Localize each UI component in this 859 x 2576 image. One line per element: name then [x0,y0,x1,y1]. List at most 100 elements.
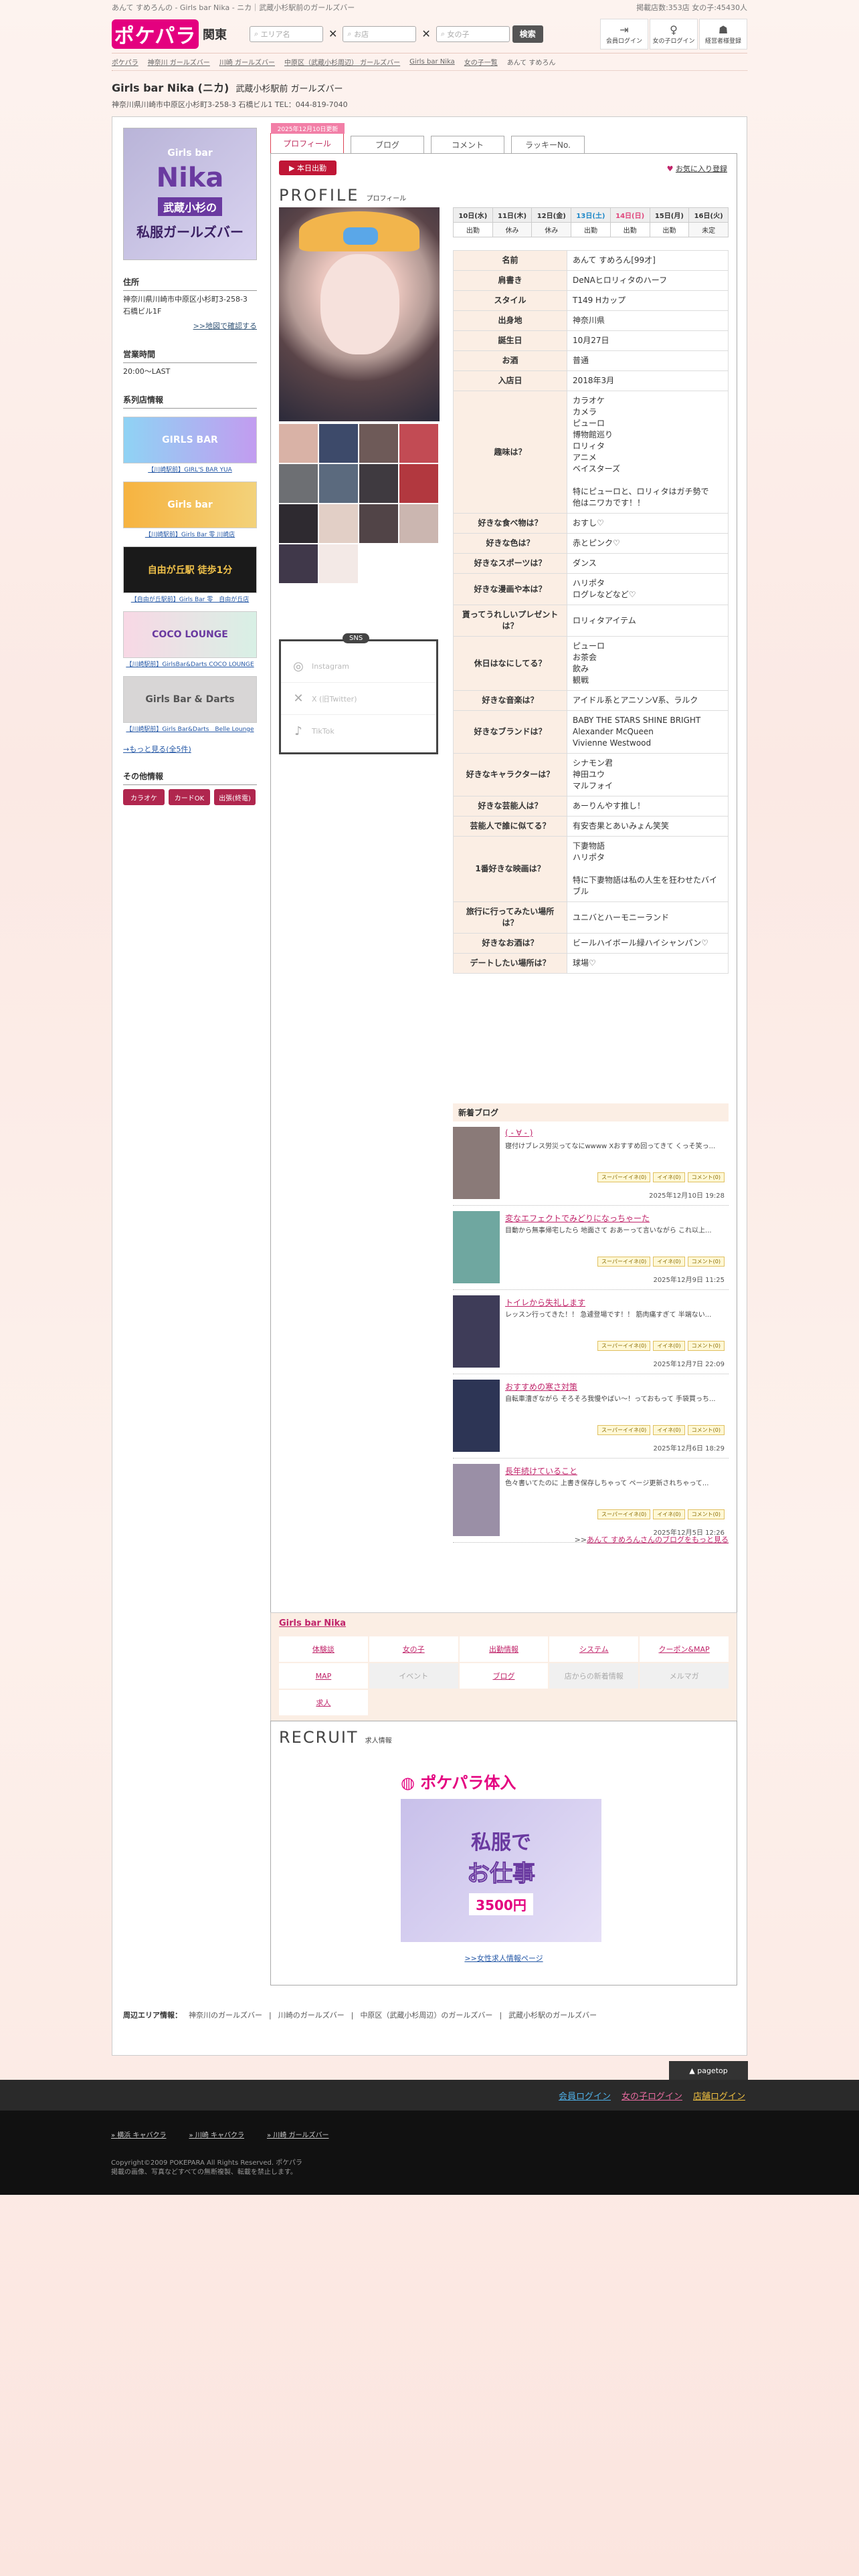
blog-thumbnail[interactable] [453,1127,500,1199]
tiktok-link[interactable]: ♪ TikTok [281,715,436,747]
photo-thumbnail[interactable] [319,464,358,503]
breadcrumb-item[interactable]: Girls bar Nika [409,58,455,66]
blog-title[interactable]: おすすめの寒さ対策 [505,1381,577,1392]
photo-thumbnail[interactable] [399,424,438,463]
blog-title[interactable]: 変なエフェクトでみどりになっちゃーた [505,1212,650,1224]
pagetop-button[interactable]: ▲ pagetop [669,2061,748,2080]
shop-nav-item[interactable]: 求人 [279,1690,368,1715]
photo-thumbnail[interactable] [279,544,318,583]
comment-tag[interactable]: コメント(0) [687,1341,725,1351]
group-shop-link[interactable]: 【川崎駅前】GIRL'S BAR YUA [123,465,257,473]
group-shop-link[interactable]: 【川崎駅前】Girls Bar 零 川崎店 [123,530,257,538]
breadcrumb-item[interactable]: 川崎 ガールズバー [219,57,275,67]
group-shop-banner[interactable]: COCO LOUNGE [123,611,257,658]
group-shop-link[interactable]: 【自由が丘駅前】Girls Bar 零 自由が丘店 [123,595,257,603]
breadcrumb-item[interactable]: 中原区（武蔵小杉周辺） ガールズバー [284,57,400,67]
girl-search-input[interactable]: ⌕ 女の子 [436,25,510,42]
super-like-tag[interactable]: スーパーイイネ(0) [597,1425,651,1435]
comment-tag[interactable]: コメント(0) [687,1425,725,1435]
shop-nav-title[interactable]: Girls bar Nika [271,1613,737,1634]
photo-thumbnail[interactable] [399,504,438,543]
super-like-tag[interactable]: スーパーイイネ(0) [597,1257,651,1267]
group-shop-link[interactable]: 【川崎駅前】Girls Bar&Darts Belle Lounge [123,724,257,733]
footer-link[interactable]: » 横浜 キャバクラ [111,2129,166,2139]
comment-tag[interactable]: コメント(0) [687,1172,725,1182]
breadcrumb-item[interactable]: ポケパラ [112,57,138,67]
area-link[interactable]: 中原区（武蔵小杉周辺）のガールズバー [360,2010,492,2020]
footer-link[interactable]: » 川崎 キャバクラ [189,2129,244,2139]
super-like-tag[interactable]: スーパーイイネ(0) [597,1509,651,1519]
clear-icon[interactable]: ✕ [326,27,340,40]
area-link[interactable]: 川崎のガールズバー [278,2010,345,2020]
blog-item[interactable]: おすすめの寒さ対策 自転車漕ぎながら そろそろ我慢やばい〜！っておもって 手袋買っ… [453,1378,729,1459]
shop-search-input[interactable]: ⌕ お店 [343,25,417,42]
shop-banner[interactable]: Girls bar Nika 武蔵小杉の 私服ガールズバー [123,128,257,260]
blog-thumbnail[interactable] [453,1295,500,1368]
group-shop-banner[interactable]: 自由が丘駅 徒歩1分 [123,546,257,593]
blog-thumbnail[interactable] [453,1380,500,1452]
photo-thumbnail[interactable] [319,424,358,463]
girl-login-link[interactable]: 女の子ログイン [622,2089,682,2102]
area-link[interactable]: 神奈川のガールズバー [189,2010,262,2020]
blog-item[interactable]: 変なエフェクトでみどりになっちゃーた 目動から無事帰宅したら 地面さて おあーって… [453,1210,729,1290]
recruit-page-link[interactable]: >>女性求人情報ページ [271,1953,737,1963]
owner-register-button[interactable]: ☗ 経営者様登録 [699,18,747,49]
shop-nav-item[interactable]: 体験談 [279,1636,368,1662]
shop-nav-item[interactable]: システム [549,1636,639,1662]
site-logo[interactable]: ポケパラ [112,19,199,49]
clear-icon[interactable]: ✕ [419,27,433,40]
photo-thumbnail[interactable] [359,504,398,543]
photo-thumbnail[interactable] [359,424,398,463]
shop-nav-item[interactable]: 女の子 [369,1636,458,1662]
comment-tag[interactable]: コメント(0) [687,1509,725,1519]
area-search-input[interactable]: ⌕ エリア名 [250,25,323,42]
more-group-link[interactable]: →もっと見る(全5件) [123,744,257,754]
super-like-tag[interactable]: スーパーイイネ(0) [597,1172,651,1182]
blog-more-link[interactable]: >>あんて すめろんさんのブログをもっと見る [453,1534,729,1545]
breadcrumb-item[interactable]: 神奈川 ガールズバー [148,57,210,67]
blog-thumbnail[interactable] [453,1211,500,1283]
x-link[interactable]: ✕ X (旧Twitter) [281,683,436,715]
blog-item[interactable]: トイレから失礼します レッスン行ってきた！！ 急遽登場です！！ 筋肉痛すぎて 半端… [453,1294,729,1374]
photo-thumbnail[interactable] [359,464,398,503]
blog-item[interactable]: 長年続けていること 色々書いてたのに 上書き保存しちゃって ページ更新されちゃって… [453,1463,729,1543]
recruit-banner[interactable]: 私服で お仕事 3500円 [401,1799,601,1942]
photo-thumbnail[interactable] [319,544,358,583]
main-photo[interactable] [279,207,440,421]
footer-link[interactable]: » 川崎 ガールズバー [267,2129,328,2139]
search-button[interactable]: 検索 [512,25,543,43]
group-shop-banner[interactable]: Girls bar [123,481,257,528]
like-tag[interactable]: イイネ(0) [653,1257,685,1267]
shop-nav-item[interactable]: クーポン&MAP [640,1636,729,1662]
group-shop-banner[interactable]: Girls Bar & Darts [123,676,257,723]
tab-profile[interactable]: 2025年12月10日更新 プロフィール [270,123,345,153]
photo-thumbnail[interactable] [399,464,438,503]
shop-nav-item[interactable]: ブログ [459,1663,549,1689]
like-tag[interactable]: イイネ(0) [653,1172,685,1182]
super-like-tag[interactable]: スーパーイイネ(0) [597,1341,651,1351]
map-link[interactable]: >>地図で確認する [123,320,257,332]
tab-comment[interactable]: コメント [431,136,504,153]
photo-thumbnail[interactable] [319,504,358,543]
blog-title[interactable]: ( - ∀ - ) [505,1128,533,1138]
tab-lucky-number[interactable]: ラッキーNo. [511,136,585,153]
blog-title[interactable]: トイレから失礼します [505,1297,585,1308]
photo-thumbnail[interactable] [279,424,318,463]
photo-thumbnail[interactable] [279,464,318,503]
group-shop-link[interactable]: 【川崎駅前】GirlsBar&Darts COCO LOUNGE [123,659,257,668]
like-tag[interactable]: イイネ(0) [653,1425,685,1435]
blog-title[interactable]: 長年続けていること [505,1465,577,1477]
like-tag[interactable]: イイネ(0) [653,1341,685,1351]
member-login-button[interactable]: ⇥ 会員ログイン [600,18,648,49]
tab-blog[interactable]: ブログ [351,136,424,153]
shop-nav-item[interactable]: MAP [279,1663,368,1689]
favorite-button[interactable]: ♥ お気に入り登録 [667,163,727,174]
girl-login-button[interactable]: ♀ 女の子ログイン [650,18,698,49]
instagram-link[interactable]: ◎ Instagram [281,651,436,683]
member-login-link[interactable]: 会員ログイン [559,2089,611,2102]
breadcrumb-item[interactable]: 女の子一覧 [464,57,498,67]
comment-tag[interactable]: コメント(0) [687,1257,725,1267]
area-link[interactable]: 武蔵小杉駅のガールズバー [508,2010,597,2020]
blog-item[interactable]: ( - ∀ - ) 寝付けブレス労災ってなにwwww Xおすすめ回ってきて くっそ… [453,1125,729,1206]
shop-nav-item[interactable]: 出勤情報 [459,1636,549,1662]
